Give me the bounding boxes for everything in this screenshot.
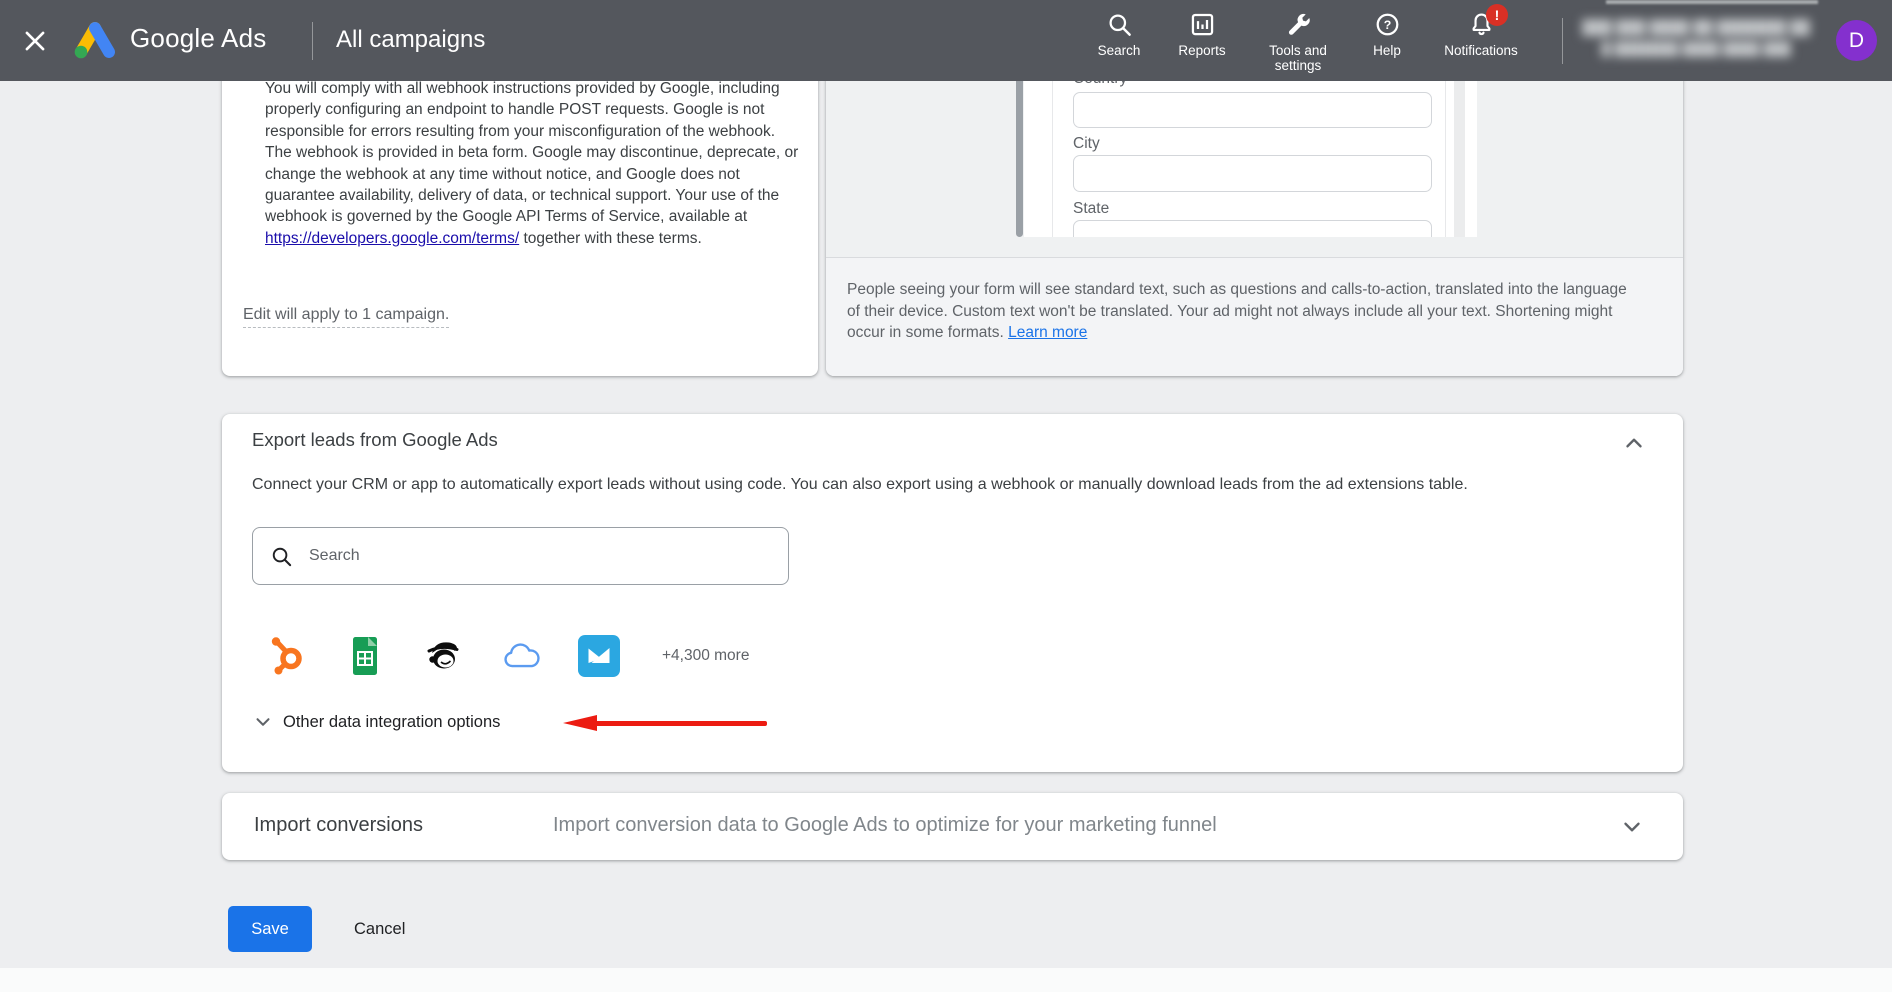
search-icon (1106, 11, 1133, 38)
notification-badge: ! (1486, 4, 1508, 26)
field-label-state: State (1073, 200, 1109, 218)
learn-more-link[interactable]: Learn more (1008, 324, 1087, 341)
topbar-divider-2 (1562, 18, 1563, 64)
webhook-terms-text-after: together with these terms. (519, 230, 702, 247)
field-label-city: City (1073, 135, 1100, 153)
svg-text:?: ? (1383, 18, 1391, 32)
export-leads-description: Connect your CRM or app to automatically… (252, 476, 1468, 494)
top-app-bar: Google Ads All campaigns Search Reports (0, 0, 1892, 81)
edit-apply-note: Edit will apply to 1 campaign. (243, 306, 449, 328)
disclaimer-text: People seeing your form will see standar… (847, 281, 1627, 341)
field-input-country[interactable] (1073, 92, 1432, 128)
import-conversions-description: Import conversion data to Google Ads to … (553, 814, 1217, 837)
nav-reports-label: Reports (1178, 43, 1225, 58)
nav-tools-label: Tools and settings (1261, 43, 1335, 73)
export-leads-title: Export leads from Google Ads (252, 429, 498, 451)
more-integrations-count: +4,300 more (662, 647, 749, 665)
search-input[interactable] (307, 546, 788, 566)
close-icon[interactable] (20, 26, 50, 56)
nav-help[interactable]: ? Help (1352, 9, 1422, 58)
cancel-button[interactable]: Cancel (338, 906, 421, 952)
export-leads-card: Export leads from Google Ads Connect you… (222, 414, 1683, 772)
integration-apps-row: +4,300 more (266, 635, 749, 677)
bottom-strip (0, 968, 1892, 992)
wrench-icon (1285, 11, 1312, 38)
campaign-monitor-icon[interactable] (578, 635, 620, 677)
save-button[interactable]: Save (228, 906, 312, 952)
search-icon (270, 545, 293, 568)
expand-section-chevron-down-icon[interactable] (1619, 814, 1645, 840)
hubspot-icon[interactable] (266, 635, 308, 677)
page-title: All campaigns (336, 26, 485, 54)
cloud-app-icon[interactable] (500, 635, 542, 677)
account-line-1: ███ ███ ████ ██ ███████ ██ (1576, 17, 1816, 38)
import-conversions-title: Import conversions (254, 814, 423, 837)
avatar[interactable]: D (1836, 20, 1877, 61)
nav-reports[interactable]: Reports (1160, 9, 1244, 58)
red-arrow-shaft (593, 721, 767, 726)
red-arrow-head (563, 715, 597, 731)
nav-notifications-label: Notifications (1444, 43, 1518, 58)
import-conversions-section[interactable]: Import conversions Import conversion dat… (222, 793, 1683, 860)
field-input-city[interactable] (1073, 155, 1432, 192)
terms-of-service-link[interactable]: https://developers.google.com/terms/ (265, 230, 519, 247)
topbar-nav: Search Reports Tools and settings (1078, 9, 1540, 73)
reports-icon (1189, 11, 1216, 38)
translation-disclaimer: People seeing your form will see standar… (826, 258, 1683, 376)
other-data-integration-toggle[interactable]: Other data integration options (252, 711, 500, 733)
google-ads-logo-icon (72, 19, 118, 66)
account-line-2: █ ███████ ████ ████ ███ (1576, 38, 1816, 59)
product-name: Google Ads (130, 23, 266, 54)
nav-search[interactable]: Search (1078, 9, 1160, 58)
webhook-terms-text: You will comply with all webhook instruc… (265, 80, 798, 225)
webhook-terms-paragraph: You will comply with all webhook instruc… (265, 78, 799, 249)
nav-help-label: Help (1373, 43, 1401, 58)
help-icon: ? (1374, 11, 1401, 38)
nav-tools-and-settings[interactable]: Tools and settings (1244, 9, 1352, 73)
google-sheets-icon[interactable] (344, 635, 386, 677)
topbar-divider (312, 22, 313, 60)
google-ads-page: You will comply with all webhook instruc… (0, 0, 1892, 992)
mailchimp-icon[interactable] (422, 635, 464, 677)
field-input-state[interactable] (1073, 220, 1432, 237)
integration-search-box[interactable] (252, 527, 789, 585)
nav-search-label: Search (1098, 43, 1141, 58)
account-blur-artifact (1606, 0, 1818, 4)
chevron-down-icon (252, 711, 274, 733)
other-data-integration-label: Other data integration options (283, 713, 500, 732)
account-info-redacted[interactable]: ███ ███ ████ ██ ███████ ██ █ ███████ ███… (1576, 17, 1816, 59)
collapse-section-chevron-up-icon[interactable] (1621, 430, 1647, 456)
annotation-red-arrow (563, 715, 767, 731)
nav-notifications[interactable]: ! Notifications (1422, 9, 1540, 58)
